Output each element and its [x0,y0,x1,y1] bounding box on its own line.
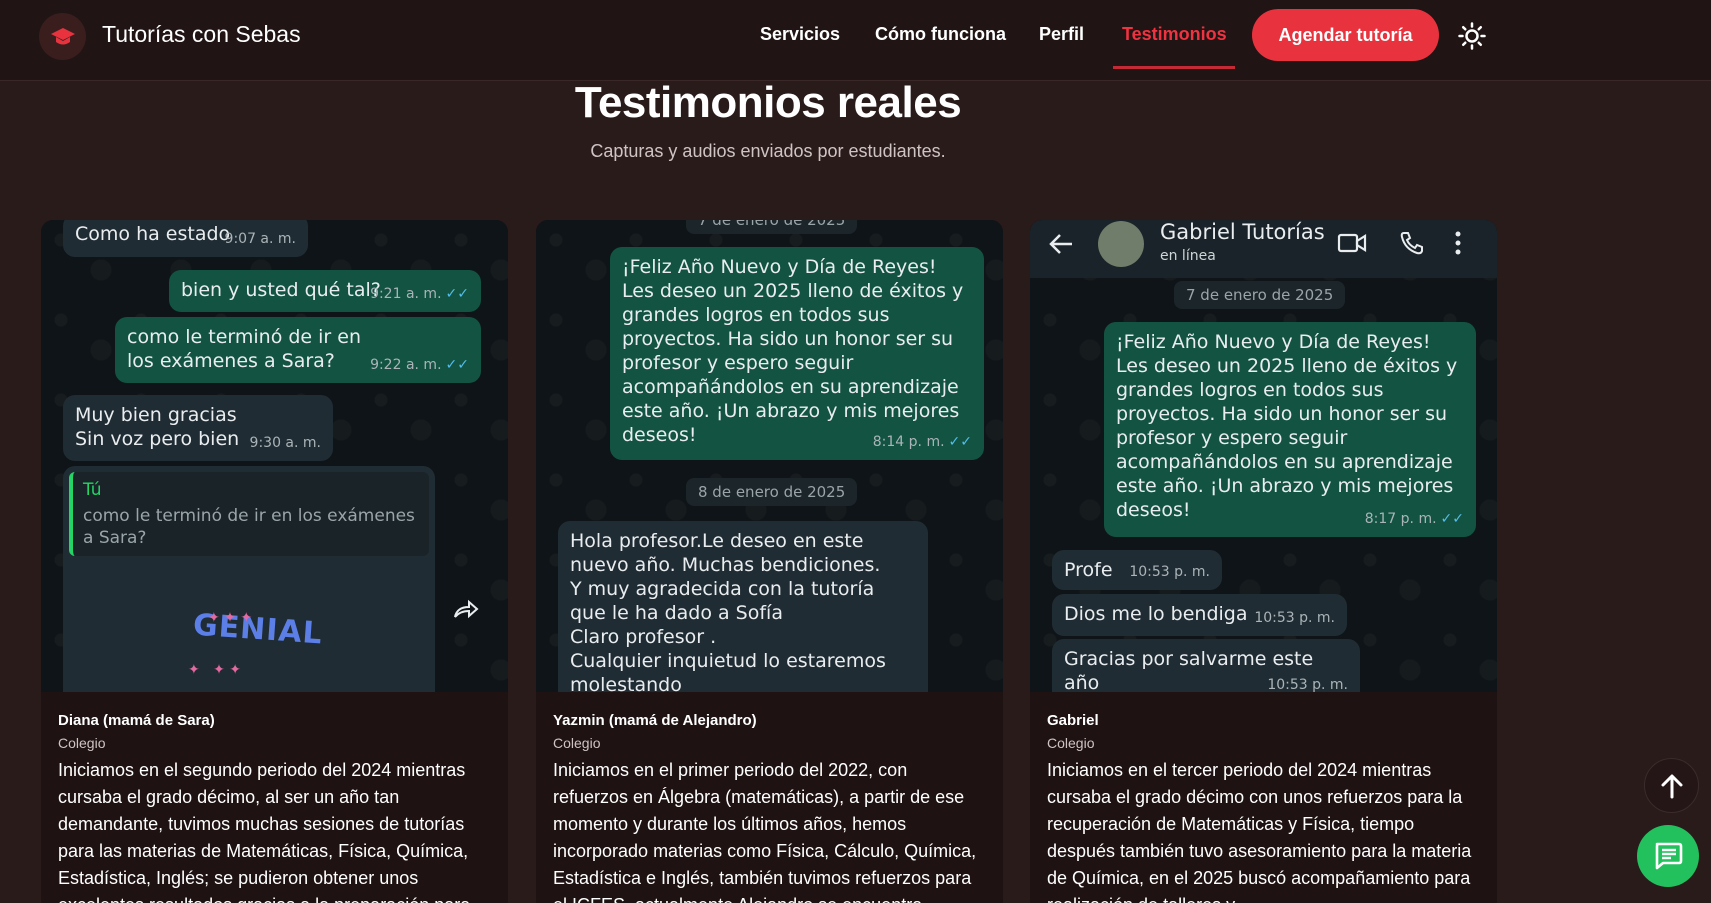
chat-message: bien y usted qué tal? 9:21 a. m. ✓✓ [169,270,481,312]
testimonial-meta: Diana (mamá de Sara) Colegio Iniciamos e… [58,712,491,903]
sun-icon[interactable] [1456,20,1488,52]
testimonial-role: Colegio [1047,735,1095,751]
message-text: Como ha estado [75,223,231,245]
message-time: 10:53 p. m. [1254,610,1335,626]
quoted-author: Tú [83,480,102,500]
message-time: 9:22 a. m. ✓✓ [370,357,469,373]
message-text: como le terminó de ir en los exámenes a … [127,326,362,372]
chat-message: Dios me lo bendiga 10:53 p. m. [1052,594,1347,636]
contact-name[interactable]: Gabriel Tutorías [1160,220,1325,244]
message-time: 9:07 a. m. [224,231,296,247]
testimonial-text: Iniciamos en el tercer periodo del 2024 … [1047,760,1472,903]
phone-icon[interactable] [1399,230,1425,260]
message-text: Dios me lo bendiga [1064,603,1248,625]
testimonial-author: Gabriel [1047,712,1099,729]
back-arrow-icon[interactable] [1048,232,1074,260]
chat-button[interactable] [1637,825,1699,887]
brand-name[interactable]: Tutorías con Sebas [102,21,301,48]
message-text: Muy bien gracias [75,404,237,426]
avatar[interactable] [1098,221,1144,267]
message-time: 9:30 a. m. [249,435,321,451]
testimonial-meta: Gabriel Colegio Iniciamos en el tercer p… [1047,712,1480,903]
contact-status: en línea [1160,248,1216,264]
top-navbar: Tutorías con Sebas Servicios Cómo funcio… [0,0,1711,81]
message-time: 8:17 p. m. ✓✓ [1364,511,1464,527]
chat-message: ¡Feliz Año Nuevo y Día de Reyes! Les des… [1104,322,1476,537]
message-time: 9:21 a. m. ✓✓ [370,286,469,302]
more-options-icon[interactable] [1454,230,1462,260]
nav-link-testimonios[interactable]: Testimonios [1122,24,1227,45]
message-text: ¡Feliz Año Nuevo y Día de Reyes! Les des… [1116,331,1458,521]
forward-icon[interactable] [449,592,483,626]
scroll-to-top-button[interactable] [1644,758,1699,813]
message-time: 8:14 p. m. ✓✓ [872,434,972,450]
quoted-message: Tú como le terminó de ir en los exámenes… [69,472,429,556]
chat-screenshot: 7 de enero de 2025 ¡Feliz Año Nuevo y Dí… [536,220,1003,692]
testimonial-author: Diana (mamá de Sara) [58,712,215,729]
chat-message: Como ha estado 9:07 a. m. [63,220,308,257]
testimonial-card: Como ha estado 9:07 a. m. bien y usted q… [41,220,508,903]
chat-screenshot: Como ha estado 9:07 a. m. bien y usted q… [41,220,508,692]
nav-link-servicios[interactable]: Servicios [760,24,840,45]
message-time: 10:53 p. m. [1267,677,1348,692]
date-separator: 7 de enero de 2025 [686,220,858,234]
message-text: bien y usted qué tal? [181,279,381,301]
chat-message: Hola profesor.Le deseo en este nuevo año… [558,521,928,692]
chat-message: Muy bien gracias Sin voz pero bien 9:30 … [63,395,333,461]
testimonial-role: Colegio [553,735,601,751]
testimonial-card: 7 de enero de 2025 ¡Feliz Año Nuevo y Dí… [536,220,1003,903]
sticker-reply-message: Tú como le terminó de ir en los exámenes… [63,466,435,692]
graduation-cap-icon[interactable] [39,13,86,60]
sparkle-icon: ✦ ✦ ✦ [188,662,241,678]
testimonial-role: Colegio [58,735,106,751]
chat-message: como le terminó de ir en los exámenes a … [115,317,481,383]
date-separator: 7 de enero de 2025 [1174,281,1346,309]
chat-screenshot: Gabriel Tutorías en línea 7 de enero de … [1030,220,1497,692]
chat-header: Gabriel Tutorías en línea [1030,220,1497,278]
sparkle-icon: ✦ ✦ ✦ [208,610,253,626]
arrow-up-icon [1661,774,1682,798]
section-subtitle: Capturas y audios enviados por estudiant… [590,141,946,161]
testimonial-text: Iniciamos en el primer periodo del 2022,… [553,760,977,903]
section-title: Testimonios reales [574,78,962,127]
active-tab-indicator [1113,66,1235,69]
testimonial-meta: Yazmin (mamá de Alejandro) Colegio Inici… [553,712,986,903]
testimonial-card: Gabriel Tutorías en línea 7 de enero de … [1030,220,1497,903]
quoted-text: como le terminó de ir en los exámenes a … [83,506,415,548]
chat-bubble-icon [1655,842,1683,870]
nav-link-perfil[interactable]: Perfil [1039,24,1084,45]
message-time: 10:53 p. m. [1129,564,1210,580]
nav-link-como-funciona[interactable]: Cómo funciona [875,24,1006,45]
testimonial-text: Iniciamos en el segundo periodo del 2024… [58,760,470,903]
message-text: ¡Feliz Año Nuevo y Día de Reyes! Les des… [622,256,964,446]
date-separator: 8 de enero de 2025 [686,478,858,506]
chat-message: Gracias por salvarme este año 10:53 p. m… [1052,639,1360,692]
testimonial-author: Yazmin (mamá de Alejandro) [553,712,757,729]
chat-message: ¡Feliz Año Nuevo y Día de Reyes! Les des… [610,247,984,460]
video-call-icon[interactable] [1337,232,1367,258]
schedule-tutoring-button[interactable]: Agendar tutoría [1252,9,1439,61]
message-text: Profe [1064,559,1113,581]
chat-message: Profe 10:53 p. m. [1052,550,1222,590]
